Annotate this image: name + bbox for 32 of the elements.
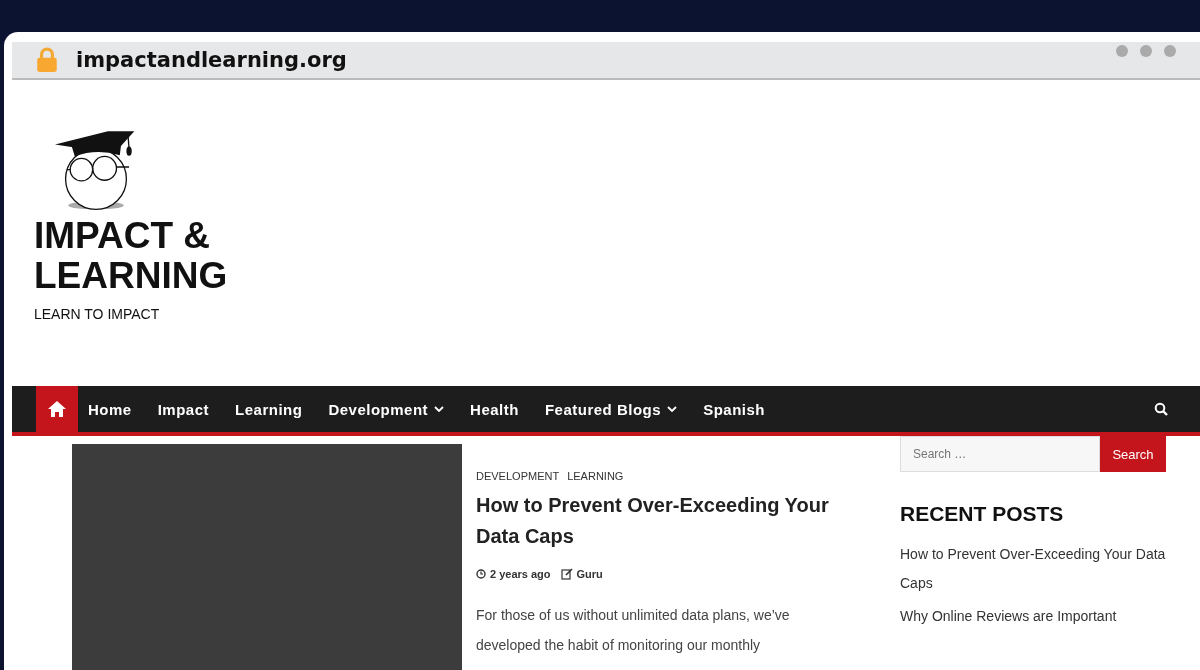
- url-text: impactandlearning.org: [76, 48, 347, 72]
- clock-icon: [476, 569, 486, 579]
- nav-link[interactable]: Impact: [157, 400, 210, 418]
- post-thumbnail[interactable]: [72, 444, 462, 670]
- post-excerpt: For those of us without unlimited data plans, we’ve developed the habit of monitoring our monthly: [476, 606, 791, 655]
- site-title[interactable]: IMPACT & LEARNING: [34, 216, 228, 296]
- author-link[interactable]: Guru: [576, 568, 603, 580]
- post-date: 2 years ago: [490, 568, 551, 580]
- site-tagline: LEARN TO IMPACT: [34, 306, 160, 322]
- nav-link[interactable]: Health: [470, 400, 519, 418]
- nav-link[interactable]: Learning: [235, 400, 303, 418]
- nav-link[interactable]: Featured Blogs: [544, 400, 678, 418]
- search-field[interactable]: Search …: [900, 436, 1100, 472]
- search-button[interactable]: Search: [1100, 436, 1166, 472]
- home-icon[interactable]: [36, 386, 78, 432]
- category-link[interactable]: DEVELOPMENT: [476, 470, 560, 482]
- chevron-down-icon: [434, 406, 445, 412]
- category-link[interactable]: LEARNING: [567, 470, 624, 482]
- edit-icon: [560, 568, 573, 580]
- search-icon[interactable]: [1154, 402, 1168, 416]
- window-dot-icon: [1164, 45, 1176, 57]
- window-dot-icon: [1140, 45, 1152, 57]
- post-title[interactable]: How to Prevent Over-Exceeding Your Data Caps: [476, 490, 856, 552]
- recent-post-link[interactable]: How to Prevent Over-Exceeding Your Data Caps: [900, 540, 1166, 598]
- chevron-down-icon: [667, 406, 678, 412]
- lock-icon: [36, 47, 58, 73]
- widget-title: RECENT POSTS: [900, 502, 1065, 526]
- nav-link[interactable]: Spanish: [703, 400, 765, 418]
- recent-post-link[interactable]: Why Online Reviews are Important: [900, 602, 1166, 631]
- nav-link[interactable]: Home: [88, 400, 132, 418]
- nav-link[interactable]: Development: [328, 400, 445, 418]
- window-dot-icon: [1116, 45, 1128, 57]
